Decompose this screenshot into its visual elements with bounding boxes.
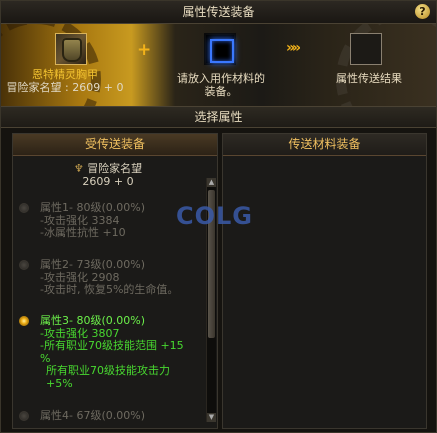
panel-header: 受传送装备 — [13, 134, 217, 156]
attribute-option-1[interactable]: 属性1- 80级(0.00%) -攻击强化 3384 -冰属性抗性 +10 — [19, 201, 199, 240]
reputation-value: 2609 + 0 — [82, 175, 134, 188]
empty-slot-icon — [210, 39, 234, 63]
radio-icon[interactable] — [19, 260, 29, 270]
option-line: -攻击时, 恢复5%的生命值。 — [40, 283, 179, 296]
material-hint-line: 装备。 — [204, 85, 238, 98]
source-item-label: 恩特精灵胸甲 冒险家名望 : 2609 + 0 — [5, 68, 125, 94]
material-equipment-panel: 传送材料装备 — [222, 133, 427, 429]
reputation-emblem-icon: ♆ — [73, 162, 84, 175]
scroll-up-icon[interactable]: ▲ — [207, 178, 216, 187]
watermark: COLG — [176, 202, 254, 230]
option-line: +5% — [46, 376, 73, 390]
plus-icon: + — [137, 40, 152, 60]
option-line: 所有职业70级技能攻击力 — [46, 364, 170, 377]
reputation-info: ♆ 冒险家名望 2609 + 0 — [13, 162, 203, 188]
radio-icon[interactable] — [19, 203, 29, 213]
attribute-option-3[interactable]: 属性3- 80级(0.00%) -攻击强化 3807 -所有职业70级技能范围 … — [19, 314, 199, 390]
reputation-title: ♆ 冒险家名望 — [13, 162, 203, 175]
window-title-bar[interactable]: 属性传送装备 ? — [1, 1, 436, 24]
material-item-slot[interactable] — [204, 33, 236, 65]
radio-icon[interactable] — [19, 316, 29, 326]
result-item-slot[interactable] — [350, 33, 382, 65]
armor-icon — [62, 38, 82, 62]
transfer-banner: + »» 恩特精灵胸甲 冒险家名望 : 2609 + 0 请放入用作材料的 装备… — [1, 24, 436, 106]
material-hint: 请放入用作材料的 装备。 — [161, 72, 281, 98]
reputation-label: 冒险家名望 — [87, 162, 143, 175]
attribute-option-2[interactable]: 属性2- 73级(0.00%) -攻击强化 2908 -攻击时, 恢复5%的生命… — [19, 258, 199, 297]
material-hint-line: 请放入用作材料的 — [177, 72, 265, 85]
attribute-option-4[interactable]: 属性4- 67级(0.00%) — [19, 409, 199, 423]
option-line: 属性2- 73级(0.00%) — [40, 258, 145, 271]
option-line: 属性4- 67级(0.00%) — [40, 409, 145, 422]
window-title: 属性传送装备 — [182, 5, 255, 19]
option-line: 属性3- 80级(0.00%) — [40, 314, 145, 327]
panel-header: 传送材料装备 — [223, 134, 426, 156]
receiving-equipment-panel: 受传送装备 ♆ 冒险家名望 2609 + 0 属性1- 80级(0.00%) -… — [12, 133, 218, 429]
select-attribute-bar: 选择属性 — [1, 106, 436, 128]
radio-icon[interactable] — [19, 411, 29, 421]
source-item-stat: 冒险家名望 : 2609 + 0 — [6, 81, 124, 94]
help-icon[interactable]: ? — [415, 4, 430, 19]
source-item-slot[interactable] — [55, 33, 87, 65]
result-label: 属性传送结果 — [336, 72, 402, 85]
attribute-transfer-window: 属性传送装备 ? + »» 恩特精灵胸甲 冒险家名望 : 2609 + 0 请放… — [0, 0, 437, 433]
scroll-down-icon[interactable]: ▼ — [207, 413, 216, 422]
arrows-icon: »» — [286, 40, 301, 56]
option-line: -所有职业70级技能范围 +15 — [40, 339, 184, 352]
source-item-name: 恩特精灵胸甲 — [32, 68, 98, 81]
